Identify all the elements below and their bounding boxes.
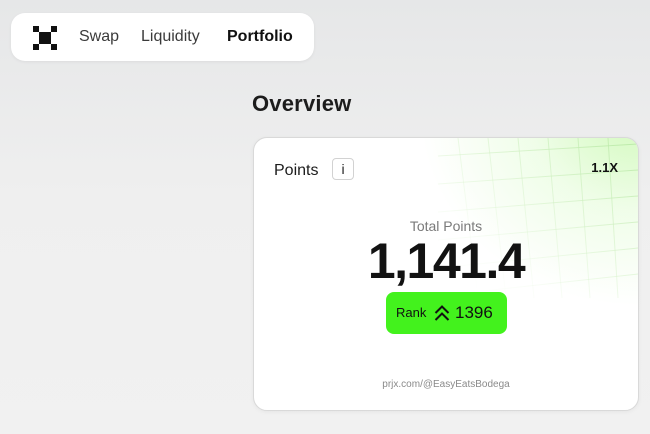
rank-chevrons-icon (434, 305, 450, 321)
rank-value: 1396 (455, 303, 493, 322)
info-button[interactable]: i (332, 158, 354, 180)
nav-item-liquidity[interactable]: Liquidity (141, 28, 200, 46)
nav-item-portfolio[interactable]: Portfolio (227, 28, 293, 46)
rank-label: Rank (396, 305, 427, 320)
page-title: Overview (252, 91, 352, 116)
multiplier-badge: 1.1X (591, 160, 618, 175)
points-label: Points (274, 162, 319, 179)
profile-share-link[interactable]: prjx.com/@EasyEatsBodega (254, 379, 638, 391)
rank-badge[interactable]: Rank 1396 (386, 292, 507, 334)
nav-item-swap[interactable]: Swap (79, 28, 119, 46)
top-nav: Swap Liquidity Portfolio (11, 13, 314, 61)
points-card: Points i 1.1X Total Points 1,141.4 Rank … (253, 137, 639, 411)
total-points-value: 1,141.4 (367, 233, 526, 289)
prjx-logo-icon[interactable] (33, 26, 57, 50)
total-points-label: Total Points (409, 218, 483, 234)
